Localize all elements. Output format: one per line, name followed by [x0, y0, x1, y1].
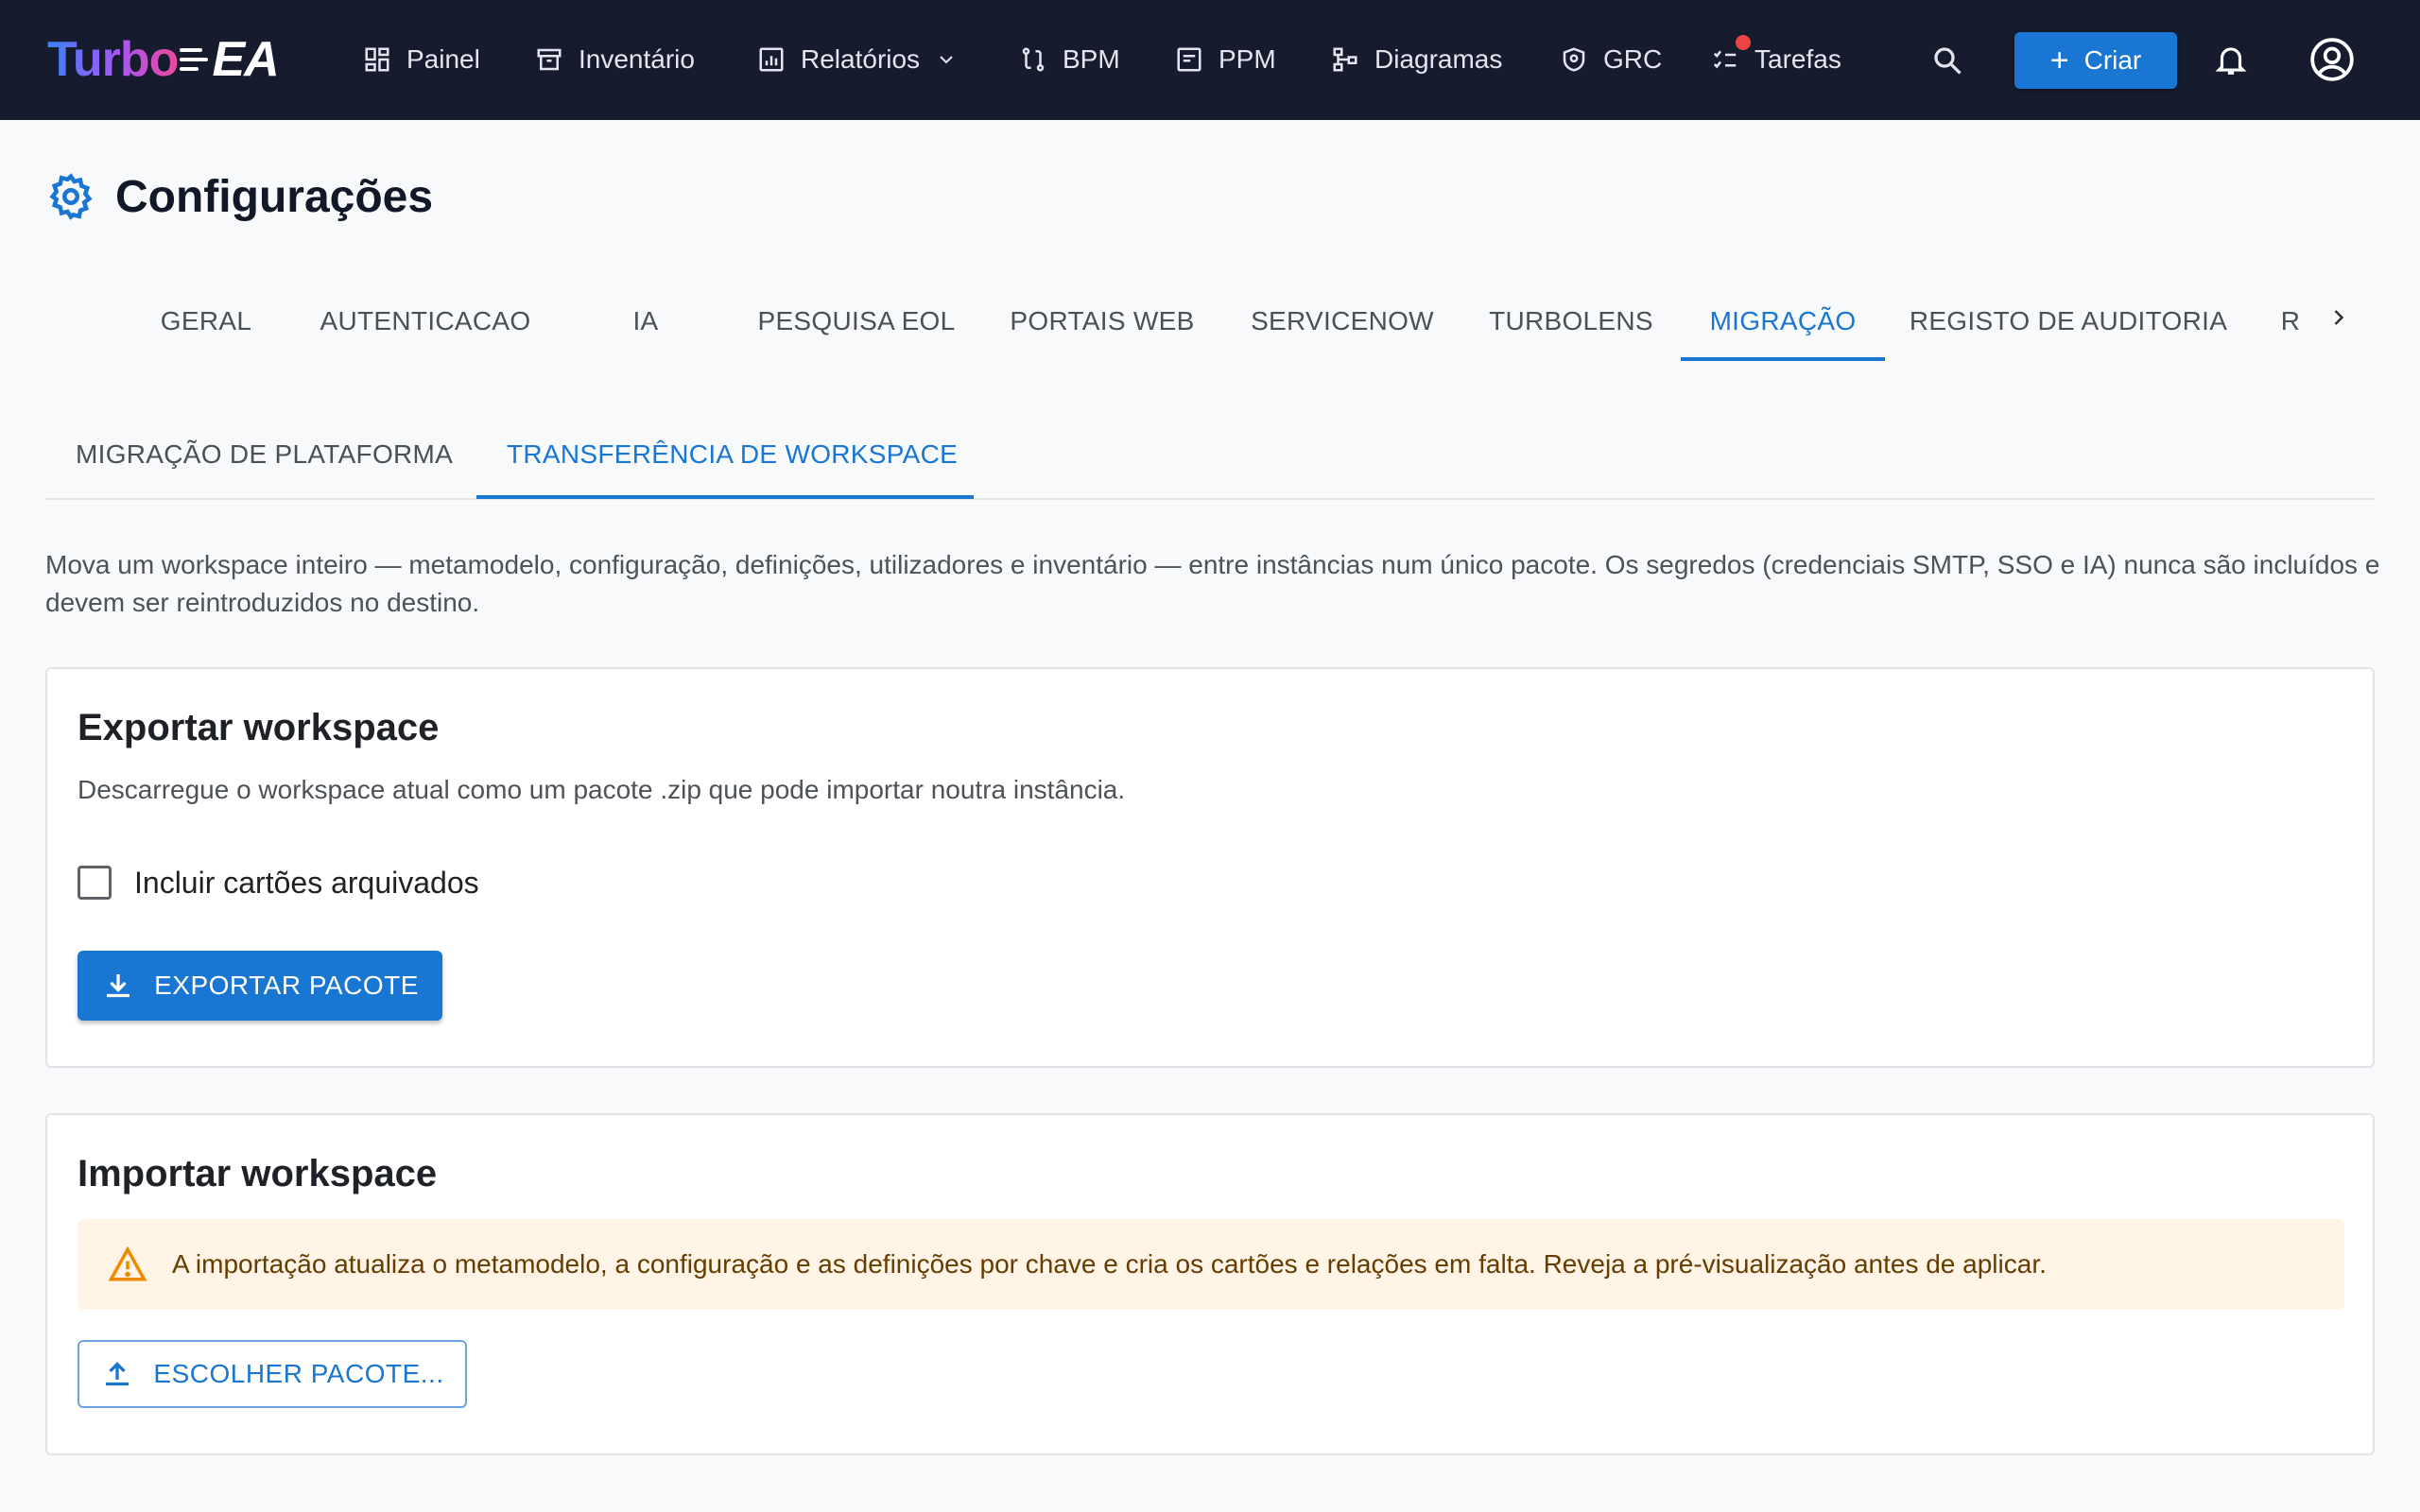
- include-archived-checkbox-row[interactable]: Incluir cartões arquivados: [78, 862, 479, 903]
- nav-item-ppm[interactable]: PPM: [1175, 34, 1276, 85]
- project-icon: [1177, 47, 1201, 72]
- nav-item-label: Painel: [406, 44, 480, 74]
- account-button[interactable]: [2308, 36, 2356, 83]
- page-title: Configurações: [115, 171, 434, 222]
- tab-pesquisa-eol[interactable]: PESQUISA EOL: [747, 284, 966, 359]
- export-package-button-label: EXPORTAR PACOTE: [154, 971, 419, 1000]
- warning-icon: [108, 1246, 147, 1281]
- nav-item-label: Inventário: [579, 44, 695, 74]
- nav-item-inventario[interactable]: Inventário: [535, 34, 695, 85]
- tab-autenticacao[interactable]: AUTENTICACAO: [306, 284, 544, 359]
- notification-dot: [1736, 35, 1751, 50]
- tab-ia[interactable]: IA: [605, 284, 686, 359]
- page-header: Configurações: [45, 168, 433, 225]
- include-archived-checkbox[interactable]: [78, 866, 112, 900]
- dashboard-icon: [365, 47, 389, 72]
- checklist-icon: [1713, 50, 1737, 69]
- nav-item-label: Relatórios: [801, 44, 921, 74]
- create-button[interactable]: + Criar: [2014, 32, 2177, 89]
- export-card-description: Descarregue o workspace atual como um pa…: [78, 775, 1126, 804]
- brand-logo[interactable]: Turbo EA: [47, 28, 280, 91]
- import-workspace-card: Importar workspace A importação atualiza…: [45, 1113, 2375, 1455]
- subtab-migracao-de-plataforma[interactable]: MIGRAÇÃO DE PLATAFORMA: [76, 421, 453, 488]
- choose-package-button[interactable]: ESCOLHER PACOTE...: [78, 1340, 467, 1408]
- nav-item-grc[interactable]: GRC: [1560, 34, 1662, 85]
- nav-item-bpm[interactable]: BPM: [1019, 34, 1120, 85]
- tab-migracao[interactable]: MIGRAÇÃO: [1681, 284, 1885, 359]
- nav-item-label: Diagramas: [1374, 44, 1503, 74]
- nav-item-diagramas[interactable]: Diagramas: [1331, 34, 1502, 85]
- create-button-label: Criar: [2083, 45, 2142, 75]
- import-warning-alert: A importação atualiza o metamodelo, a co…: [78, 1219, 2344, 1310]
- import-card-title: Importar workspace: [78, 1153, 438, 1194]
- process-icon: [1022, 47, 1045, 72]
- chevron-down-icon: [940, 56, 953, 64]
- active-tab-indicator: [1681, 357, 1885, 361]
- notifications-button[interactable]: [2212, 38, 2250, 81]
- subtab-transferencia-de-workspace[interactable]: TRANSFERÊNCIA DE WORKSPACE: [507, 421, 958, 488]
- diagram-icon: [1333, 47, 1357, 72]
- active-subtab-indicator: [476, 495, 974, 499]
- bell-icon: [2215, 47, 2247, 75]
- chevron-right-icon: [2334, 310, 2344, 325]
- tab-scroll-right-button[interactable]: [2322, 299, 2356, 336]
- tab-truncated[interactable]: R: [2269, 284, 2312, 359]
- tab-registo-de-auditoria[interactable]: REGISTO DE AUDITORIA: [1900, 284, 2237, 359]
- intro-text: Mova um workspace inteiro — metamodelo, …: [45, 550, 2380, 617]
- nav-item-label: Tarefas: [1754, 44, 1841, 74]
- download-icon: [107, 974, 130, 998]
- tab-portais-web[interactable]: PORTAIS WEB: [998, 284, 1206, 359]
- report-icon: [759, 47, 784, 72]
- choose-package-button-label: ESCOLHER PACOTE...: [153, 1359, 444, 1388]
- include-archived-label[interactable]: Incluir cartões arquivados: [134, 866, 479, 901]
- nav-item-label: PPM: [1219, 44, 1276, 74]
- archive-icon: [537, 48, 562, 71]
- import-warning-text: A importação atualiza o metamodelo, a co…: [172, 1249, 2047, 1279]
- search-icon: [1934, 47, 1962, 75]
- brand-logo-turbo: Turbo: [47, 32, 179, 87]
- export-package-button[interactable]: EXPORTAR PACOTE: [78, 951, 442, 1021]
- shield-icon: [1563, 47, 1585, 72]
- plus-icon: +: [2049, 43, 2069, 78]
- brand-logo-ea: EA: [212, 32, 279, 87]
- nav-item-label: GRC: [1603, 44, 1663, 74]
- export-workspace-card: Exportar workspace Descarregue o workspa…: [45, 667, 2375, 1068]
- top-app-bar: Turbo EA Painel Inventário Relatórios BP…: [0, 0, 2420, 120]
- nav-item-label: BPM: [1063, 44, 1120, 74]
- subtab-divider: [45, 498, 2375, 500]
- nav-item-painel[interactable]: Painel: [363, 34, 480, 85]
- speed-lines-icon: [180, 43, 209, 77]
- upload-icon: [106, 1362, 130, 1386]
- search-button[interactable]: [1928, 40, 1966, 81]
- export-card-title: Exportar workspace: [78, 707, 440, 748]
- gear-icon: [49, 173, 93, 220]
- tab-geral[interactable]: GERAL: [140, 284, 272, 359]
- account-circle-icon: [2310, 38, 2354, 81]
- nav-item-tarefas[interactable]: Tarefas: [1711, 34, 1841, 85]
- tab-turbolens[interactable]: TURBOLENS: [1478, 284, 1664, 359]
- tab-servicenow[interactable]: SERVICENOW: [1238, 284, 1446, 359]
- nav-item-relatorios[interactable]: Relatórios: [757, 34, 958, 85]
